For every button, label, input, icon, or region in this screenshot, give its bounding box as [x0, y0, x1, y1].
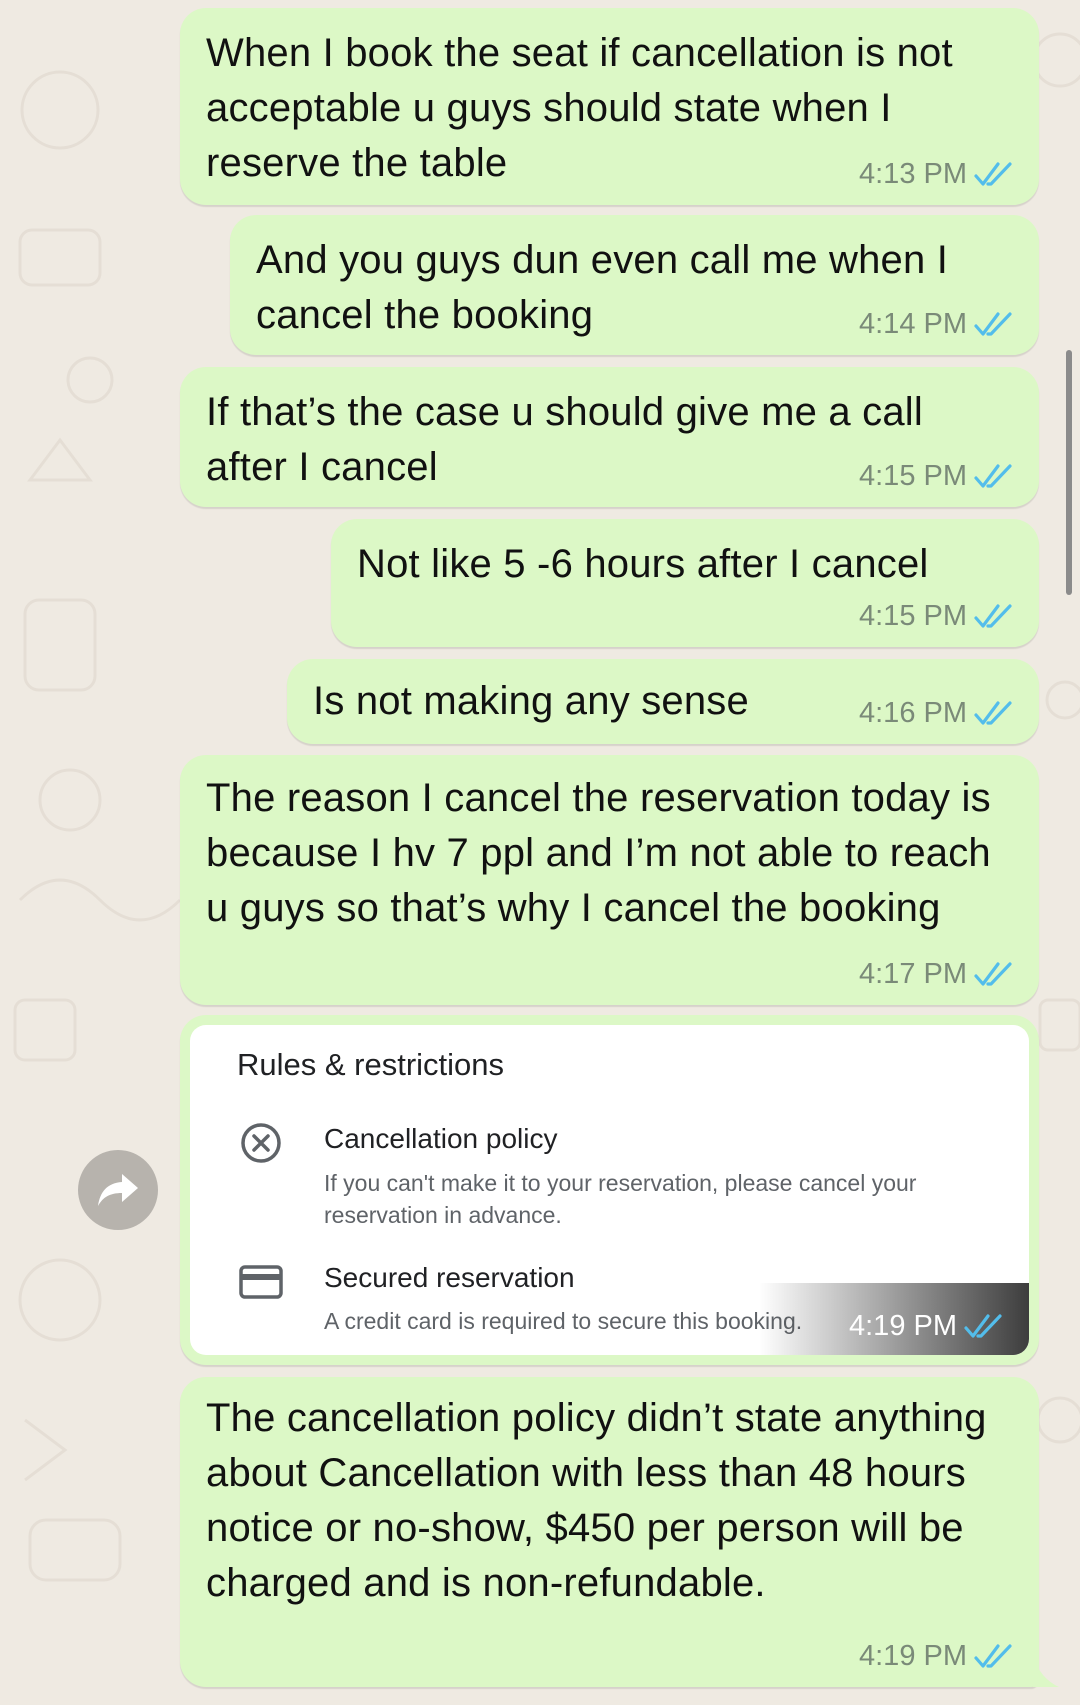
message-time: 4:14 PM: [859, 308, 967, 340]
cancel-circle-icon: [241, 1123, 281, 1163]
message-bubble[interactable]: The reason I cancel the reservation toda…: [180, 755, 1039, 1005]
scrollbar[interactable]: [1066, 350, 1072, 595]
double-check-icon: [974, 700, 1012, 725]
double-check-icon: [974, 1643, 1012, 1668]
credit-card-icon: [239, 1265, 283, 1299]
message-bubble[interactable]: Not like 5 -6 hours after I cancel 4:15 …: [331, 519, 1039, 647]
message-time: 4:15 PM: [859, 460, 967, 492]
message-time: 4:15 PM: [859, 600, 967, 632]
message-text: The cancellation policy didn’t state any…: [206, 1396, 987, 1605]
message-meta: 4:15 PM: [859, 460, 1015, 493]
message-meta: 4:15 PM: [859, 600, 1015, 633]
image-message-meta-row: 4:19 PM: [849, 1310, 1005, 1343]
forward-arrow-icon: [98, 1174, 138, 1206]
message-time: 4:13 PM: [859, 158, 967, 190]
rule-description: If you can't make it to your reservation…: [324, 1170, 917, 1228]
screenshot-card[interactable]: Rules & restrictions Cancellation policy…: [190, 1025, 1029, 1355]
card-title: Rules & restrictions: [237, 1047, 505, 1082]
message-meta: 4:13 PM: [859, 158, 1015, 191]
message-bubble[interactable]: When I book the seat if cancellation is …: [180, 8, 1039, 205]
double-check-icon: [974, 961, 1012, 986]
message-time: 4:19 PM: [849, 1310, 957, 1342]
message-meta: 4:17 PM: [859, 958, 1015, 991]
message-time: 4:19 PM: [859, 1640, 967, 1672]
message-time: 4:16 PM: [859, 697, 967, 729]
message-text: Not like 5 -6 hours after I cancel: [357, 542, 929, 586]
message-meta: 4:19 PM: [859, 1640, 1015, 1673]
message-bubble[interactable]: If that’s the case u should give me a ca…: [180, 367, 1039, 507]
double-check-icon: [974, 463, 1012, 488]
message-time: 4:17 PM: [859, 958, 967, 990]
message-text: The reason I cancel the reservation toda…: [206, 776, 991, 930]
message-meta: 4:16 PM: [859, 697, 1015, 730]
message-meta: 4:14 PM: [859, 308, 1015, 341]
message-bubble[interactable]: Is not making any sense 4:16 PM: [287, 659, 1039, 744]
double-check-icon: [974, 311, 1012, 336]
double-check-icon: [974, 161, 1012, 186]
message-bubble[interactable]: And you guys dun even call me when I can…: [230, 215, 1039, 355]
bubble-tail: [1033, 1657, 1059, 1687]
forward-button[interactable]: [78, 1150, 158, 1230]
rule-title: Secured reservation: [324, 1262, 575, 1293]
message-bubble[interactable]: The cancellation policy didn’t state any…: [180, 1377, 1039, 1687]
image-message-meta: 4:19 PM: [759, 1283, 1029, 1355]
double-check-icon: [974, 603, 1012, 628]
rule-title: Cancellation policy: [324, 1123, 558, 1154]
double-check-icon: [964, 1313, 1002, 1338]
